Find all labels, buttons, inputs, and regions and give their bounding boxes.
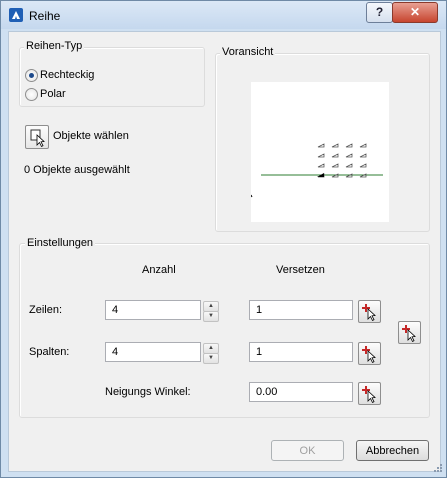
angle-label: Neigungs Winkel: xyxy=(105,386,191,398)
rows-count-down[interactable]: ▼ xyxy=(203,311,219,322)
columns-label: Spalten: xyxy=(29,346,70,358)
array-type-group-title: Reihen-Typ xyxy=(24,40,85,52)
ok-button[interactable]: OK xyxy=(271,440,344,461)
radio-polar[interactable] xyxy=(25,88,38,101)
rows-offset-pick-button[interactable] xyxy=(358,300,381,323)
columns-count-down[interactable]: ▼ xyxy=(203,353,219,364)
offset-column-header: Versetzen xyxy=(276,264,325,276)
columns-count-input[interactable]: 4 xyxy=(105,342,201,362)
pick-point-icon xyxy=(362,346,376,364)
title-bar[interactable]: Reihe ? ✕ xyxy=(1,1,446,29)
offset-pick-both-button[interactable] xyxy=(398,321,421,344)
resize-grip-icon[interactable] xyxy=(431,463,443,475)
window-title: Reihe xyxy=(29,9,61,23)
radio-rectangular[interactable] xyxy=(25,69,38,82)
help-button[interactable]: ? xyxy=(366,2,393,23)
radio-polar-label[interactable]: Polar xyxy=(40,88,66,100)
count-column-header: Anzahl xyxy=(142,264,176,276)
settings-group-title: Einstellungen xyxy=(25,237,96,249)
preview-group-title: Voransicht xyxy=(220,46,276,58)
preview-canvas xyxy=(251,82,389,222)
select-objects-button[interactable] xyxy=(25,125,49,149)
dialog-window: Reihe ? ✕ Reihen-Typ Rechteckig Polar Vo… xyxy=(0,0,447,478)
columns-offset-input[interactable]: 1 xyxy=(249,342,353,362)
close-button[interactable]: ✕ xyxy=(392,2,438,23)
rows-count-input[interactable]: 4 xyxy=(105,300,201,320)
radio-rectangular-label[interactable]: Rechteckig xyxy=(40,69,94,81)
rows-label: Zeilen: xyxy=(29,304,63,316)
select-objects-icon xyxy=(30,129,45,148)
dialog-client-area: Reihen-Typ Rechteckig Polar Voransicht O… xyxy=(8,31,441,472)
pick-point-icon xyxy=(402,325,416,343)
columns-offset-pick-button[interactable] xyxy=(358,342,381,365)
selected-count-status: 0 Objekte ausgewählt xyxy=(24,164,130,176)
angle-pick-button[interactable] xyxy=(358,382,381,405)
pick-point-icon xyxy=(362,304,376,322)
pick-point-icon xyxy=(362,386,376,404)
select-objects-label[interactable]: Objekte wählen xyxy=(53,130,129,142)
rows-offset-input[interactable]: 1 xyxy=(249,300,353,320)
angle-input[interactable]: 0.00 xyxy=(249,382,353,402)
cancel-button[interactable]: Abbrechen xyxy=(356,440,429,461)
app-logo-icon xyxy=(9,8,23,22)
